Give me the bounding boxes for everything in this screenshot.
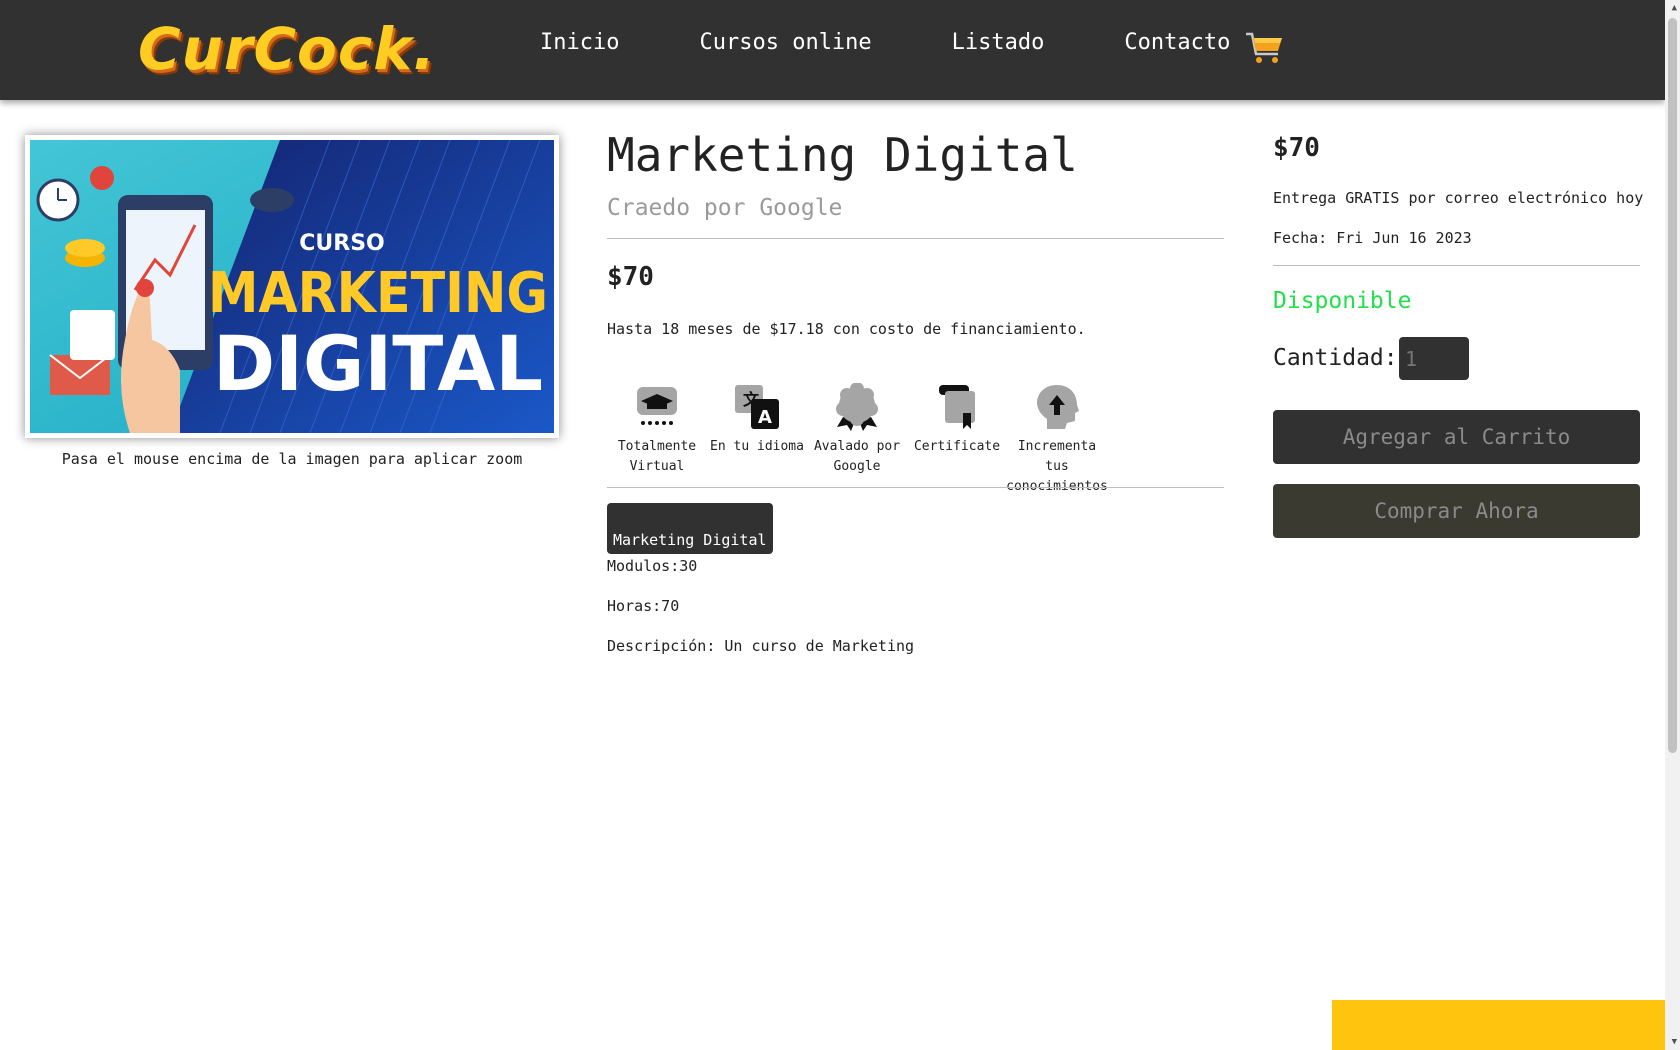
translate-icon: 文 A [733, 383, 781, 431]
course-category-badge[interactable]: Marketing Digital [607, 503, 773, 554]
main-nav: Inicio Cursos online Listado Contacto [540, 30, 1310, 55]
feature-label: Avalado por Google [813, 439, 901, 474]
feature-virtual: Totalmente Virtual [607, 383, 707, 497]
feature-language: 文 A En tu idioma [707, 383, 807, 497]
feature-label: Incrementa tus conocimientos [1006, 439, 1108, 494]
quantity-label: Cantidad: [1273, 345, 1398, 371]
nav-listado[interactable]: Listado [952, 30, 1045, 55]
scroll-down-icon[interactable]: ▼ [1672, 1037, 1677, 1047]
site-logo[interactable]: CurCock. [138, 14, 436, 84]
banner-line2-text: DIGITAL [213, 319, 543, 408]
feature-certificate: Certificate [907, 383, 1007, 497]
banner-line1-text: MARKETING [208, 261, 548, 326]
feature-list: Totalmente Virtual 文 A En tu idioma Aval… [607, 383, 1108, 497]
course-banner-image: CURSO MARKETING DIGITAL [30, 140, 554, 433]
delivery-text: Entrega GRATIS por correo electrónico ho… [1273, 189, 1644, 207]
divider [1273, 265, 1640, 266]
description-info: Descripción: Un curso de Marketing [607, 637, 915, 655]
product-price: $70 [607, 262, 654, 292]
purchase-price: $70 [1273, 133, 1320, 163]
feature-label: Certificate [913, 439, 1001, 454]
scroll-up-icon[interactable]: ▲ [1672, 3, 1677, 13]
product-title: Marketing Digital [607, 128, 1078, 182]
modules-info: Modulos:30 [607, 557, 698, 575]
date-text: Fecha: Fri Jun 16 2023 [1273, 229, 1472, 247]
banner-small-text: CURSO [299, 231, 385, 256]
scroll-thumb[interactable] [1668, 18, 1677, 753]
svg-text:A: A [758, 407, 772, 428]
product-author: Craedo por Google [607, 195, 843, 221]
quantity-input[interactable] [1399, 337, 1469, 380]
financing-text: Hasta 18 meses de $17.18 con costo de fi… [607, 320, 1086, 338]
floating-yellow-panel [1332, 1000, 1665, 1050]
feature-label: En tu idioma [710, 439, 804, 454]
hours-info: Horas:70 [607, 597, 680, 615]
nav-contacto[interactable]: Contacto [1124, 30, 1230, 55]
award-badge-icon [833, 383, 881, 431]
graduation-cap-icon [633, 383, 681, 431]
availability-status: Disponible [1273, 288, 1412, 314]
nav-cursos-online[interactable]: Cursos online [699, 30, 871, 55]
cart-icon[interactable] [1244, 30, 1284, 66]
certificate-icon [933, 383, 981, 431]
buy-now-button[interactable]: Comprar Ahora [1273, 484, 1640, 538]
head-arrow-icon [1033, 383, 1081, 431]
page-scrollbar[interactable]: ▲ ▼ [1665, 0, 1680, 1050]
top-navbar: CurCock. Inicio Cursos online Listado Co… [0, 0, 1665, 100]
divider [607, 487, 1224, 488]
feature-knowledge: Incrementa tus conocimientos [1006, 383, 1108, 497]
feature-label: Totalmente Virtual [617, 439, 697, 474]
logo-text: CurCock. [138, 15, 436, 83]
nav-inicio[interactable]: Inicio [540, 30, 619, 55]
divider [607, 238, 1224, 239]
add-to-cart-button[interactable]: Agregar al Carrito [1273, 410, 1640, 464]
zoom-hint: Pasa el mouse encima de la imagen para a… [61, 450, 523, 468]
feature-endorsed: Avalado por Google [807, 383, 907, 497]
product-image-frame[interactable]: CURSO MARKETING DIGITAL [25, 135, 559, 438]
